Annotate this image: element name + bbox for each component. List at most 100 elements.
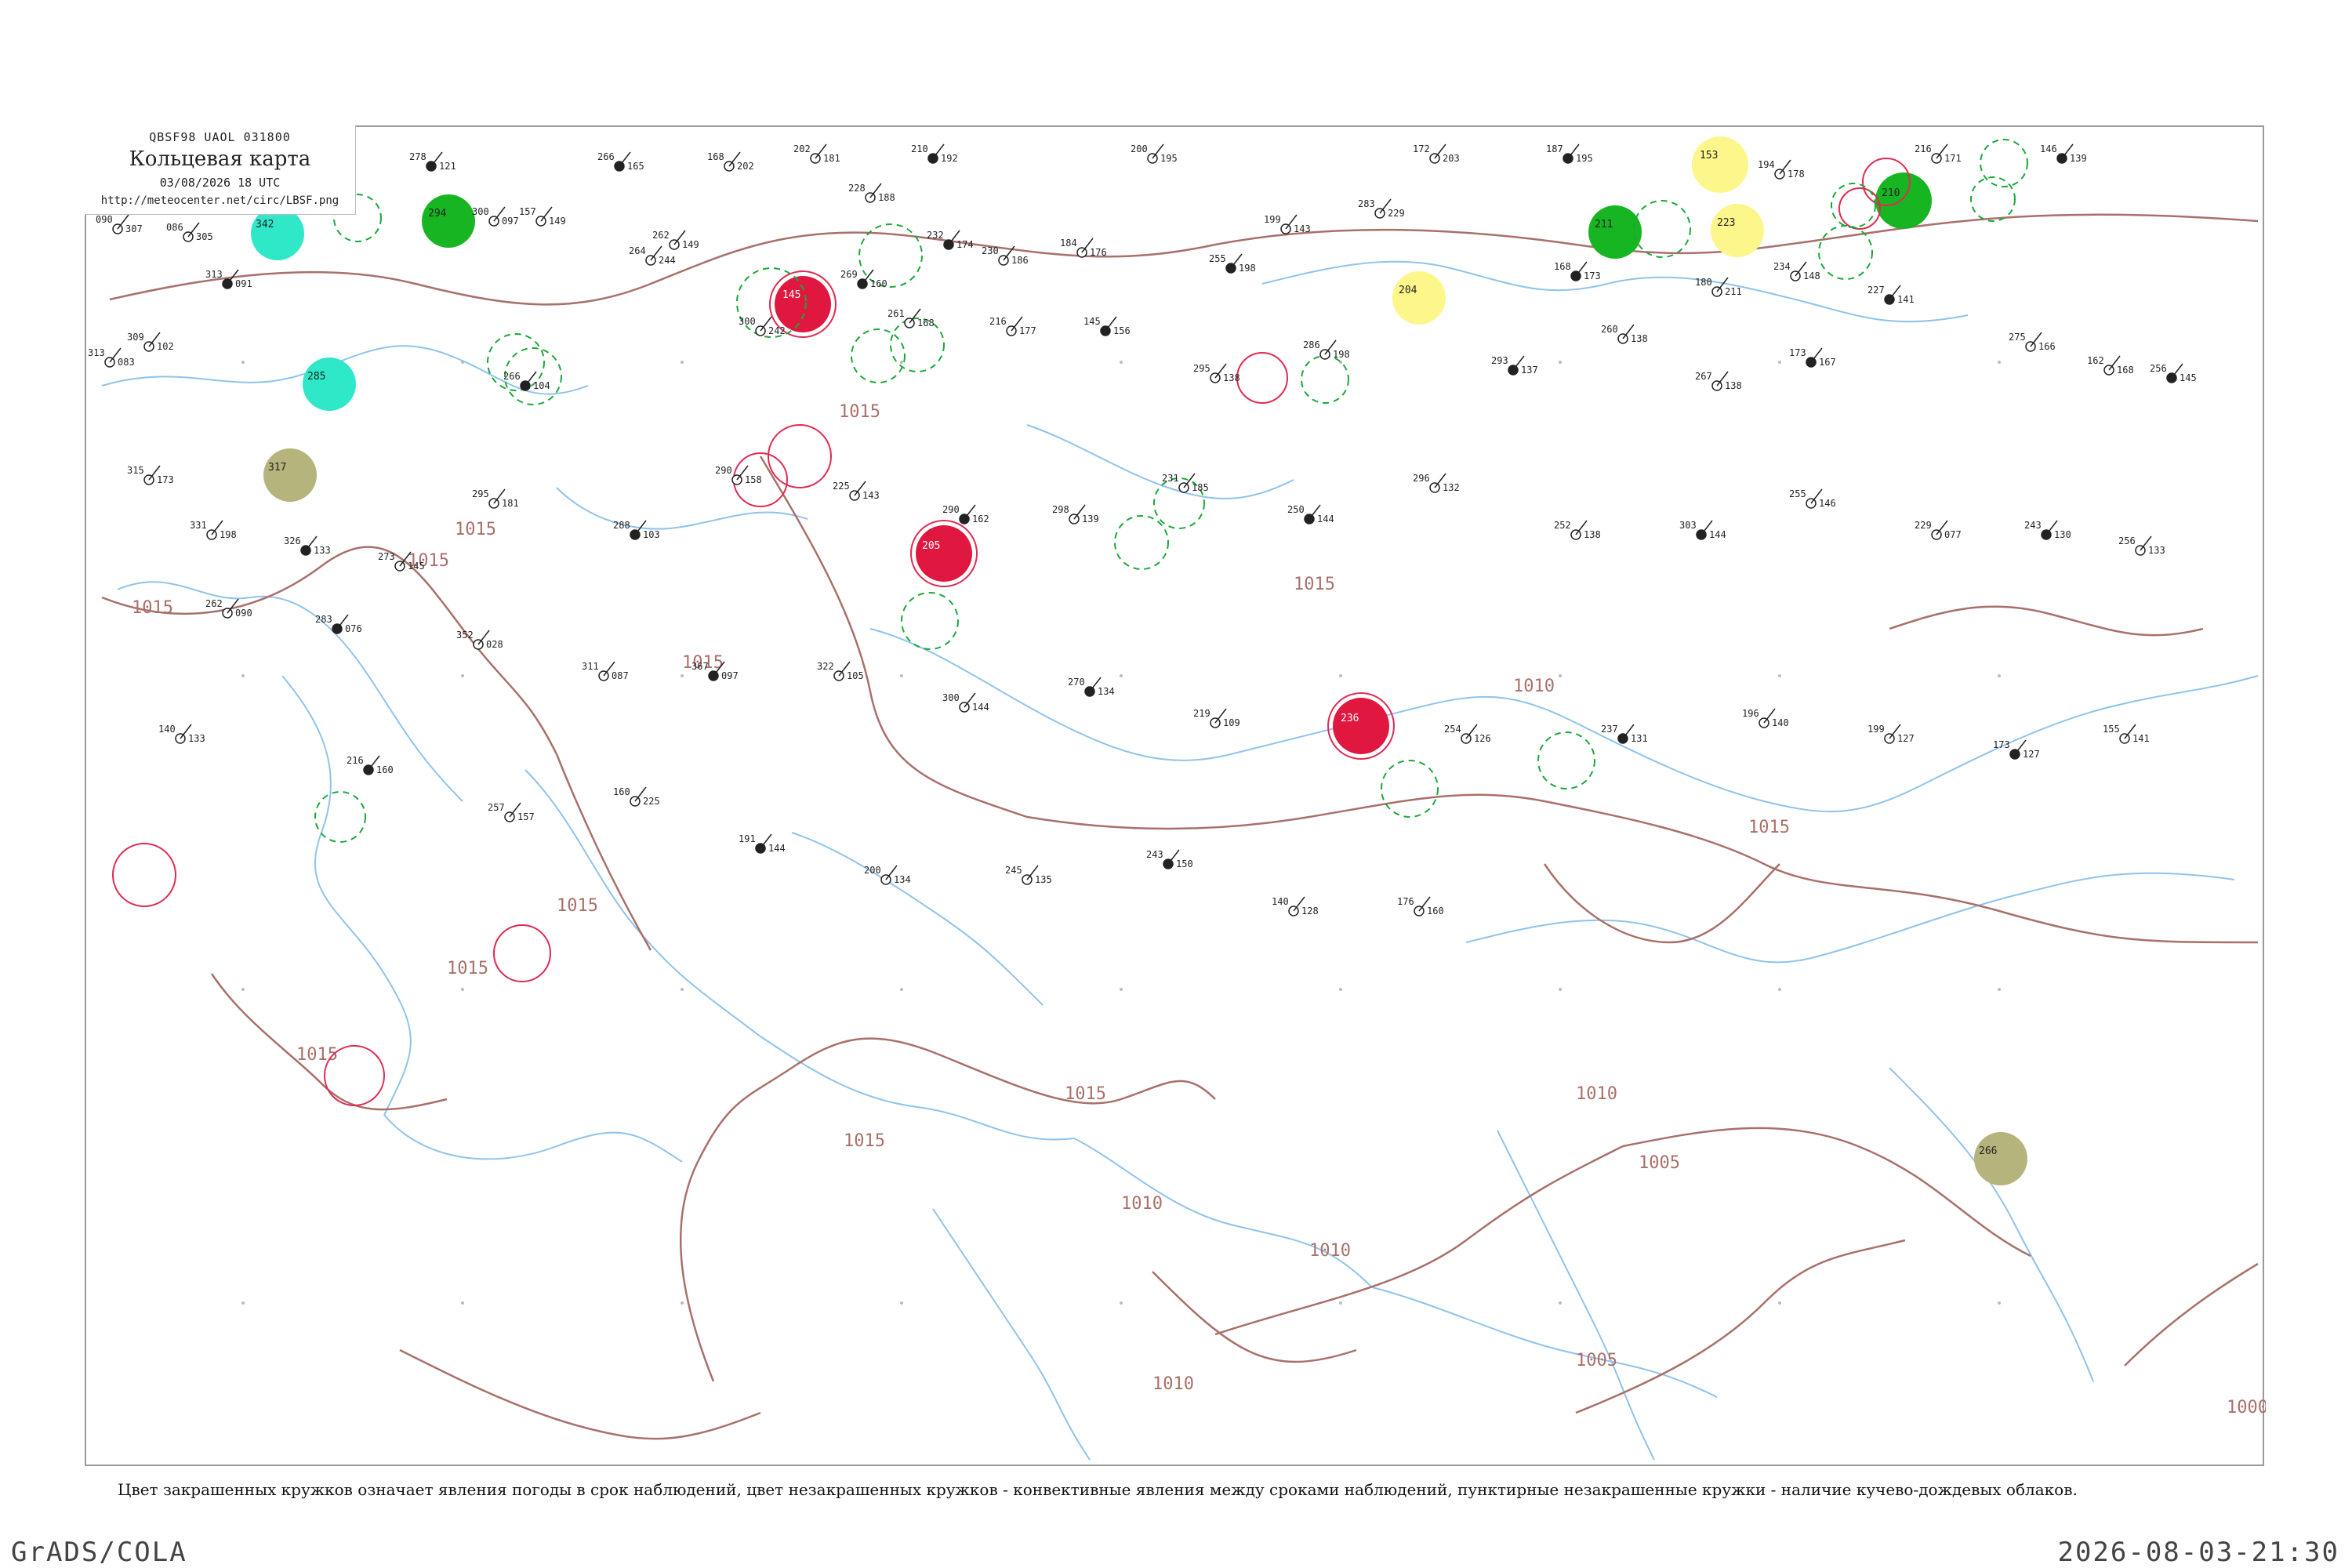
station-pressure: 139 (1082, 514, 1099, 524)
station-plot[interactable]: 172 203 (1413, 143, 1460, 164)
station-pressure: 162 (972, 514, 989, 524)
station-plot[interactable]: 252 138 (1554, 520, 1601, 540)
station-plot[interactable]: 264 244 (629, 245, 676, 266)
convective-ring (324, 1045, 385, 1106)
station-plot[interactable]: 266 165 (597, 151, 644, 172)
station-plot[interactable]: 216 171 (1915, 143, 1962, 164)
station-plot[interactable]: 288 103 (613, 520, 660, 540)
station-plot[interactable]: 199 143 (1264, 214, 1311, 234)
station-plot[interactable]: 140 133 (158, 724, 205, 744)
station-plot[interactable]: 262 149 (652, 230, 699, 250)
station-plot[interactable]: 210 192 (911, 143, 958, 164)
station-plot[interactable]: 196 140 (1742, 708, 1789, 728)
station-plot[interactable]: 295 181 (472, 488, 519, 509)
station-plot[interactable]: 257 157 (488, 802, 535, 822)
station-plot[interactable]: 194 178 (1758, 159, 1805, 180)
station-plot[interactable]: 303 144 (1679, 520, 1726, 540)
station-plot[interactable]: 216 160 (347, 755, 394, 775)
station-plot[interactable]: 255 146 (1789, 488, 1836, 509)
station-plot[interactable]: 261 168 (887, 308, 935, 328)
isobar-label: 1015 (844, 1131, 885, 1151)
station-plot[interactable]: 187 195 (1546, 143, 1593, 164)
station-plot[interactable]: 245 135 (1005, 865, 1052, 885)
station-plot[interactable]: 300 144 (942, 692, 989, 713)
station-plot[interactable]: 168 202 (707, 151, 754, 172)
station-plot[interactable]: 199 127 (1867, 724, 1915, 744)
map-url[interactable]: http://meteocenter.net/circ/LBSF.png (85, 194, 355, 207)
station-plot[interactable]: 145 156 (1083, 316, 1131, 336)
station-plot[interactable]: 155 141 (2103, 724, 2150, 744)
station-plot[interactable]: 250 144 (1287, 504, 1334, 524)
station-plot[interactable]: 160 225 (613, 786, 660, 807)
station-plot[interactable]: 243 150 (1146, 849, 1193, 869)
station-plot[interactable]: 225 143 (833, 481, 880, 501)
synoptic-map[interactable]: 1015 1015 1015 1015 1015 1015 1015 1015 … (86, 127, 2266, 1468)
station-plot[interactable]: 200 195 (1131, 143, 1178, 164)
station-plot[interactable]: 326 133 (284, 535, 331, 556)
station-plot[interactable]: 173 167 (1789, 347, 1836, 368)
station-plot[interactable]: 157 149 (519, 206, 566, 227)
station-temperature: 293 (1491, 355, 1508, 366)
station-plot[interactable]: 260 138 (1601, 324, 1648, 344)
station-plot[interactable]: 086 305 (166, 222, 213, 242)
station-plot[interactable]: 162 168 (2087, 355, 2134, 376)
station-plot[interactable]: 191 144 (739, 833, 786, 854)
station-plot[interactable]: 286 198 (1303, 339, 1350, 360)
station-plot[interactable]: 256 145 (2150, 363, 2197, 383)
station-temperature: 180 (1695, 277, 1712, 288)
station-plot[interactable]: 227 141 (1867, 285, 1915, 305)
station-temperature: 300 (739, 316, 756, 327)
station-plot[interactable]: 313 083 (88, 347, 135, 368)
station-plot[interactable]: 270 134 (1068, 677, 1115, 697)
station-plot[interactable]: 140 128 (1272, 896, 1319, 916)
station-plot[interactable]: 296 132 (1413, 473, 1460, 493)
station-plot[interactable]: 283 076 (315, 614, 362, 634)
station-plot[interactable]: 313 091 (205, 269, 252, 289)
highlight-circle (775, 276, 831, 332)
station-plot[interactable]: 315 173 (127, 465, 174, 485)
station-plot[interactable]: 295 138 (1193, 363, 1240, 383)
station-plot[interactable]: 311 087 (582, 661, 629, 681)
station-plot[interactable]: 283 229 (1358, 198, 1405, 219)
isobar-label: 1015 (557, 896, 598, 916)
station-plot[interactable]: 331 198 (190, 520, 237, 540)
station-plot[interactable]: 300 097 (472, 206, 519, 227)
station-temperature: 237 (1601, 724, 1618, 735)
station-plot[interactable]: 267 138 (1695, 371, 1742, 391)
station-plot[interactable]: 266 104 (503, 371, 550, 391)
station-plot[interactable]: 262 090 (205, 598, 252, 619)
station-plot[interactable]: 216 177 (989, 316, 1036, 336)
station-plot[interactable]: 243 130 (2024, 520, 2071, 540)
station-plot[interactable]: 300 242 (739, 316, 786, 336)
station-plot[interactable]: 275 166 (2009, 332, 2056, 352)
station-plot[interactable]: 202 181 (793, 143, 840, 164)
station-plot[interactable]: 322 105 (817, 661, 864, 681)
station-plot[interactable]: 255 198 (1209, 253, 1256, 274)
station-pressure: 157 (517, 811, 535, 822)
station-plot[interactable]: 293 137 (1491, 355, 1538, 376)
station-plot[interactable]: 278 121 (409, 151, 456, 172)
station-plot[interactable]: 352 028 (456, 630, 503, 650)
station-plot[interactable]: 290 158 (715, 465, 762, 485)
station-temperature: 176 (1397, 896, 1414, 907)
station-plot[interactable]: 237 131 (1601, 724, 1648, 744)
station-plot[interactable]: 180 211 (1695, 277, 1742, 297)
station-plot[interactable]: 232 174 (927, 230, 974, 250)
station-plot[interactable]: 298 139 (1052, 504, 1099, 524)
station-plot[interactable]: 254 126 (1444, 724, 1491, 744)
station-plot[interactable]: 176 160 (1397, 896, 1444, 916)
station-plot[interactable]: 173 127 (1993, 739, 2040, 760)
station-plot[interactable]: 200 134 (864, 865, 911, 885)
credit-label: GrADS/COLA (11, 1537, 187, 1568)
station-plot[interactable]: 090 307 (96, 214, 143, 234)
station-plot[interactable]: 168 173 (1554, 261, 1601, 281)
station-plot[interactable]: 234 148 (1773, 261, 1820, 281)
station-plot[interactable]: 228 188 (848, 183, 895, 203)
station-temperature: 245 (1005, 865, 1022, 876)
station-plot[interactable]: 146 139 (2040, 143, 2087, 164)
station-plot[interactable]: 229 077 (1915, 520, 1962, 540)
station-plot[interactable]: 256 133 (2118, 535, 2165, 556)
station-plot[interactable]: 309 102 (127, 332, 174, 352)
station-plot[interactable]: 231 185 (1162, 473, 1209, 493)
station-plot[interactable]: 219 109 (1193, 708, 1240, 728)
